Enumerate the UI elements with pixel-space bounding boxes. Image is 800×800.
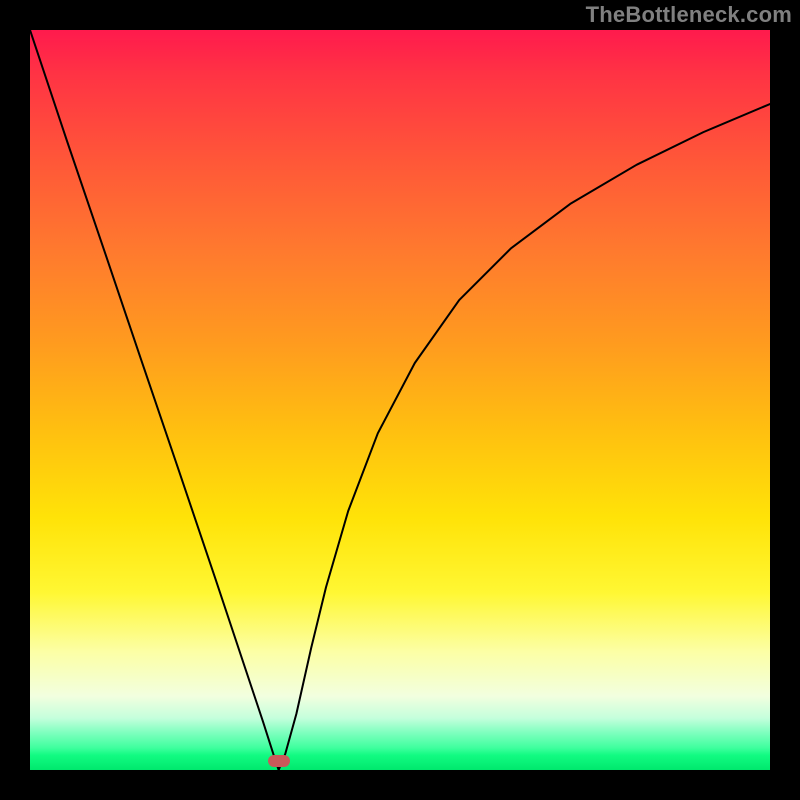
watermark-text: TheBottleneck.com — [586, 2, 792, 28]
bottleneck-curve — [30, 30, 770, 770]
chart-container: TheBottleneck.com — [0, 0, 800, 800]
plot-area — [30, 30, 770, 770]
minimum-marker — [268, 755, 290, 767]
